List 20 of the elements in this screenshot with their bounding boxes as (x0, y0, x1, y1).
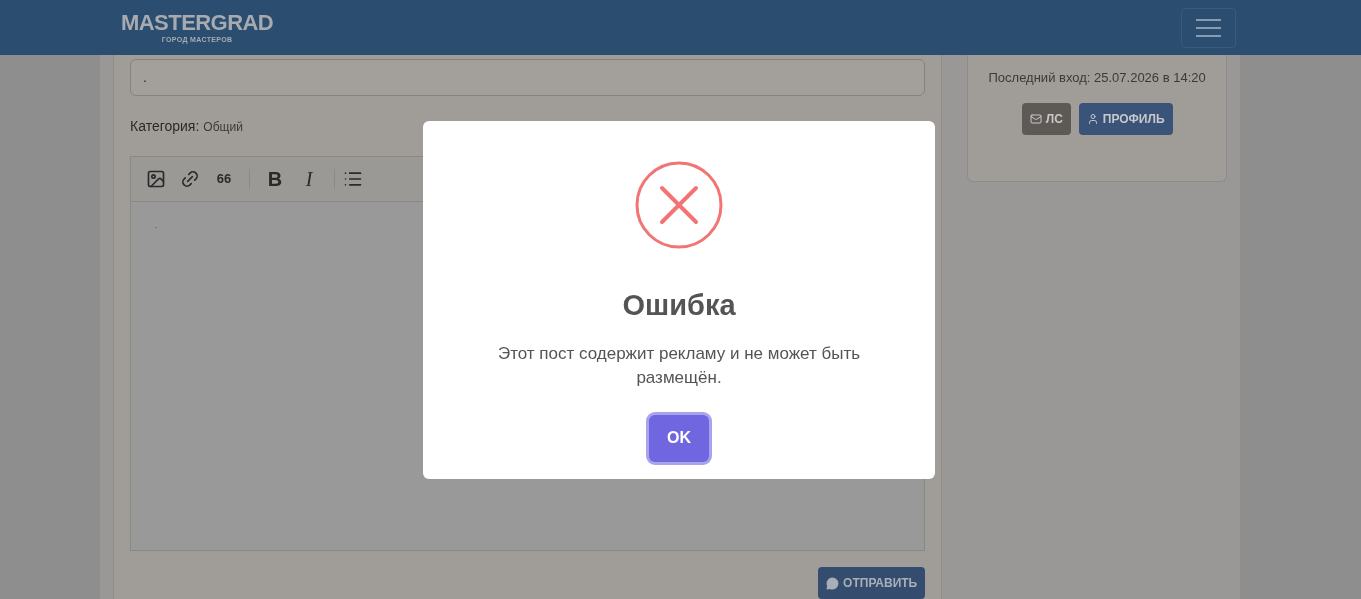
image-icon (146, 168, 166, 189)
logo[interactable]: MASTERGRAD (121, 12, 274, 34)
category-value: Общий (203, 118, 243, 136)
category-label: Категория: (130, 116, 200, 136)
speech-bubble-icon (826, 576, 840, 590)
envelope-icon (1029, 113, 1042, 125)
title-input[interactable]: . (130, 59, 926, 96)
error-icon (634, 160, 724, 250)
quote-button[interactable]: 66 (207, 163, 241, 194)
italic-button[interactable]: I (292, 163, 326, 194)
user-icon (1086, 113, 1099, 125)
message-button[interactable]: ЛС (1021, 103, 1071, 135)
profile-button[interactable]: ПРОФИЛЬ (1078, 103, 1173, 135)
dialog-message: Этот пост содержит рекламу и не может быть размещён. (496, 342, 862, 389)
ok-button[interactable]: OK (649, 414, 709, 462)
last-login-text: Последний вход: 25.07.2026 в 14:20 (987, 69, 1207, 87)
send-button[interactable]: ОТПРАВИТЬ (818, 567, 926, 599)
dialog-title: Ошибка (622, 288, 736, 323)
menu-button[interactable] (1181, 7, 1236, 48)
bold-button[interactable]: B (258, 163, 292, 194)
